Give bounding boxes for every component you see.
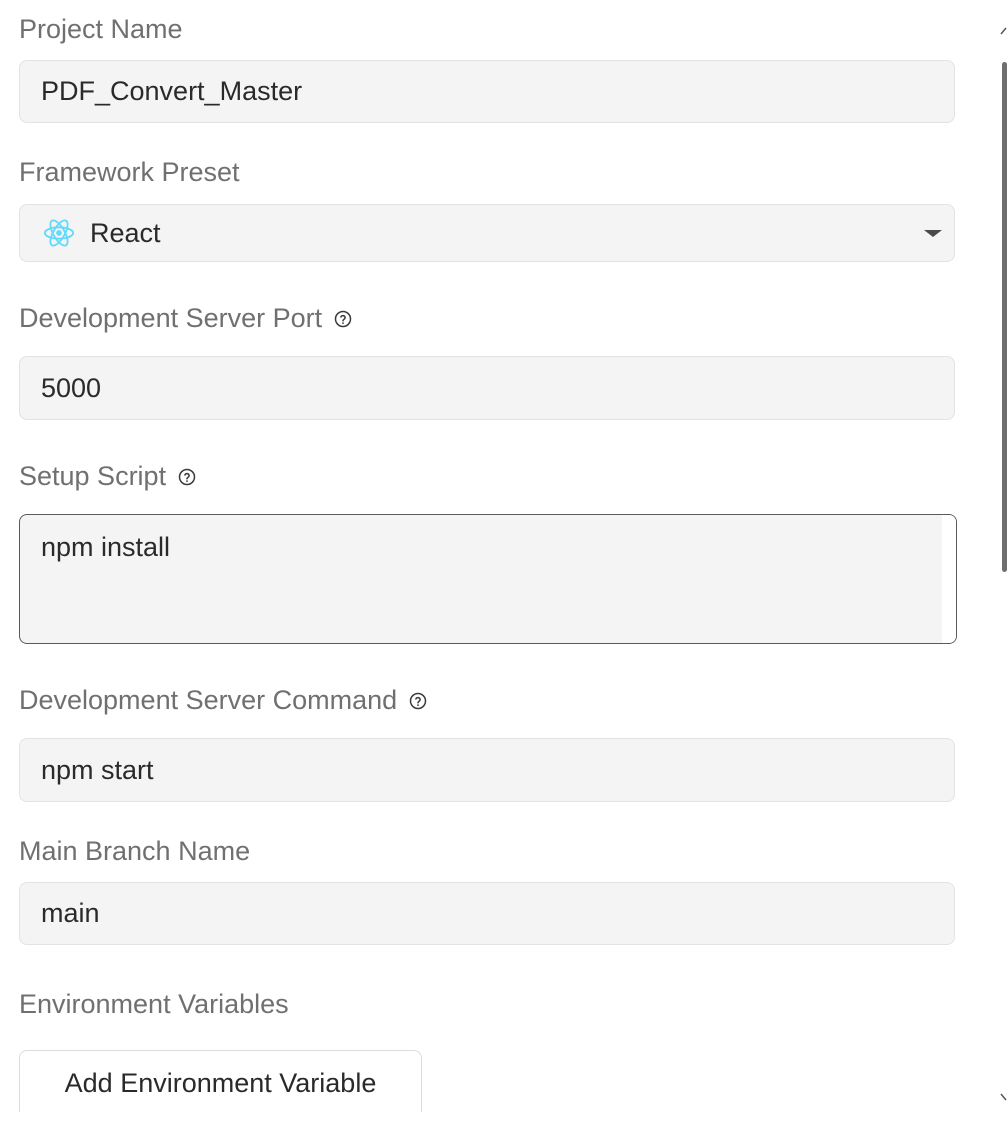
setup-script-textarea[interactable]: npm install (19, 514, 957, 644)
dev-server-command-input[interactable]: npm start (19, 738, 955, 802)
main-branch-label-text: Main Branch Name (19, 836, 251, 866)
project-settings-form: Project Name PDF_Convert_Master Framewor… (0, 0, 1007, 1146)
chevron-down-icon (924, 230, 942, 237)
main-branch-label: Main Branch Name (19, 838, 250, 865)
dev-server-command-label: Development Server Command (19, 687, 427, 714)
help-circle-icon[interactable] (334, 310, 352, 328)
help-circle-icon[interactable] (178, 468, 196, 486)
dev-server-command-value: npm start (41, 754, 154, 785)
env-vars-label-text: Environment Variables (19, 989, 289, 1019)
dev-server-port-label-text: Development Server Port (19, 303, 323, 333)
project-name-value: PDF_Convert_Master (41, 76, 303, 106)
main-branch-input[interactable]: main (19, 882, 955, 945)
dev-server-port-value: 5000 (41, 372, 102, 403)
dev-server-port-label: Development Server Port (19, 305, 352, 332)
textarea-scrollbar[interactable] (942, 515, 956, 643)
main-branch-value: main (41, 898, 100, 928)
scroll-up-arrow-icon[interactable] (1000, 26, 1007, 36)
framework-preset-label-text: Framework Preset (19, 157, 240, 187)
scroll-down-arrow-icon[interactable] (1000, 1092, 1007, 1102)
scrollbar-thumb[interactable] (1002, 62, 1007, 572)
framework-preset-label: Framework Preset (19, 159, 240, 186)
page-scrollbar[interactable] (1000, 0, 1007, 1146)
setup-script-value: npm install (41, 532, 171, 562)
env-vars-label: Environment Variables (19, 991, 289, 1018)
add-env-variable-button[interactable]: Add Environment Variable (19, 1050, 422, 1112)
project-name-label-text: Project Name (19, 14, 183, 44)
help-circle-icon[interactable] (409, 692, 427, 710)
add-env-variable-label: Add Environment Variable (64, 1068, 377, 1098)
react-icon (43, 219, 75, 247)
framework-preset-select[interactable]: React (19, 204, 955, 262)
project-name-label: Project Name (19, 16, 183, 43)
framework-preset-value: React (90, 217, 161, 248)
setup-script-label: Setup Script (19, 463, 196, 490)
project-name-input[interactable]: PDF_Convert_Master (19, 60, 955, 123)
setup-script-label-text: Setup Script (19, 461, 167, 491)
dev-server-port-input[interactable]: 5000 (19, 356, 955, 420)
form-scroll-area: Project Name PDF_Convert_Master Framewor… (0, 0, 990, 1112)
dev-server-command-label-text: Development Server Command (19, 685, 398, 715)
